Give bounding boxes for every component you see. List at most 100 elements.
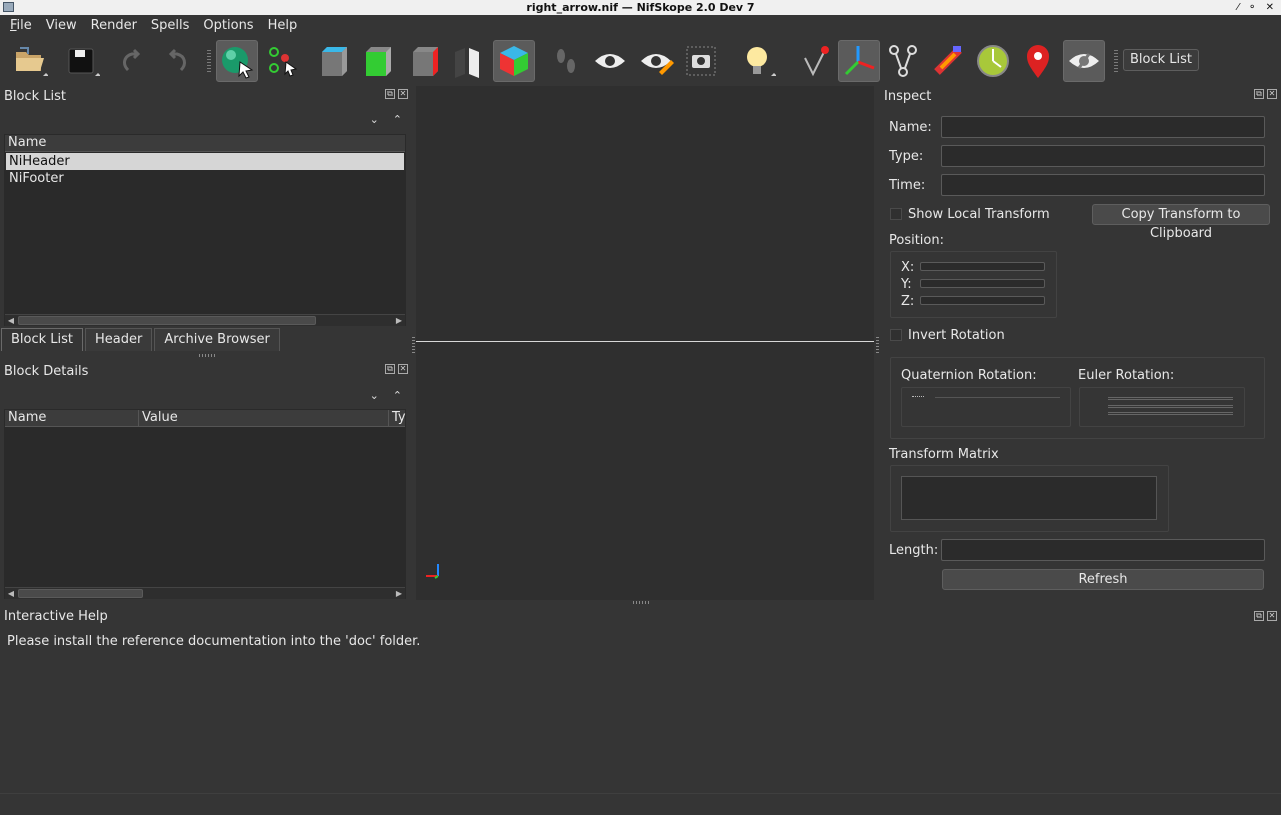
select-object-icon[interactable]: [216, 40, 258, 82]
column-name-header[interactable]: Name: [5, 410, 139, 426]
block-list-tabs: Block List Header Archive Browser: [1, 328, 280, 351]
show-furniture-icon[interactable]: [927, 40, 969, 82]
scroll-thumb[interactable]: [18, 589, 143, 598]
show-markers-icon[interactable]: [972, 40, 1014, 82]
menu-view[interactable]: View: [39, 15, 84, 36]
show-axes-icon[interactable]: [838, 40, 880, 82]
walk-mode-icon[interactable]: [545, 40, 587, 82]
block-details-title: Block Details: [4, 364, 89, 379]
block-list-hscroll[interactable]: ◀ ▶: [5, 314, 405, 326]
type-field[interactable]: [941, 145, 1265, 167]
render-viewport[interactable]: [416, 86, 874, 600]
menu-file[interactable]: File: [3, 15, 39, 36]
transform-matrix-view[interactable]: [901, 476, 1157, 520]
view-perspective-icon[interactable]: [493, 40, 535, 82]
tab-block-list[interactable]: Block List: [1, 328, 84, 351]
screenshot-icon[interactable]: [680, 40, 722, 82]
collapse-all-icon[interactable]: ⌄: [370, 113, 379, 126]
position-y-spinbox[interactable]: [920, 279, 1045, 288]
name-field[interactable]: [941, 116, 1265, 138]
float-icon[interactable]: ⧉: [1254, 611, 1264, 621]
column-type-header[interactable]: Ty: [389, 410, 406, 426]
expand-all-icon[interactable]: ⌃: [393, 113, 402, 126]
time-field[interactable]: [941, 174, 1265, 196]
inspect-dock-buttons: ⧉ ✕: [1254, 89, 1277, 99]
block-list-toggle-button[interactable]: Block List: [1123, 49, 1200, 71]
dock-splitter[interactable]: [199, 354, 215, 357]
scroll-left-icon[interactable]: ◀: [5, 588, 17, 599]
view-side-icon[interactable]: [403, 40, 445, 82]
redo-icon[interactable]: [155, 40, 197, 82]
block-details-tree[interactable]: Name Value Ty: [4, 409, 406, 599]
window-controls[interactable]: ⁄ ⚬ ✕: [1237, 0, 1277, 15]
position-z-spinbox[interactable]: [920, 296, 1045, 305]
quaternion-rotation-box[interactable]: [901, 387, 1071, 427]
view-front-icon[interactable]: [312, 40, 354, 82]
float-icon[interactable]: ⧉: [1254, 89, 1264, 99]
tab-archive-browser[interactable]: Archive Browser: [154, 328, 280, 351]
show-local-transform-label: Show Local Transform: [908, 207, 1050, 222]
toolbar-grip-2[interactable]: [1114, 50, 1118, 72]
left-splitter[interactable]: [412, 337, 415, 353]
block-list-tree[interactable]: Name NiHeader NiFooter: [4, 134, 406, 326]
axis-gizmo-icon: [426, 564, 439, 579]
column-name-header[interactable]: Name: [5, 135, 405, 151]
scroll-right-icon[interactable]: ▶: [393, 315, 405, 326]
euler-rotation-box[interactable]: [1079, 387, 1245, 427]
view-flip-icon[interactable]: [447, 40, 489, 82]
expand-all-icon[interactable]: ⌃: [393, 389, 402, 402]
save-file-icon[interactable]: [60, 40, 102, 82]
length-label: Length:: [889, 543, 939, 558]
length-field[interactable]: [941, 539, 1265, 561]
toolbar-grip[interactable]: [207, 50, 211, 72]
show-constraints-icon[interactable]: [882, 40, 924, 82]
undo-icon[interactable]: [112, 40, 154, 82]
position-x-spinbox[interactable]: [920, 262, 1045, 271]
show-hidden-icon[interactable]: [589, 40, 631, 82]
menu-spells[interactable]: Spells: [144, 15, 197, 36]
close-icon[interactable]: ✕: [398, 89, 408, 99]
block-details-hscroll[interactable]: ◀ ▶: [5, 587, 405, 599]
block-list-title: Block List: [4, 89, 67, 104]
close-icon[interactable]: ✕: [398, 364, 408, 374]
float-icon[interactable]: ⧉: [385, 364, 395, 374]
copy-transform-button[interactable]: Copy Transform to Clipboard: [1092, 204, 1270, 241]
column-value-header[interactable]: Value: [139, 410, 389, 426]
interactive-help-title: Interactive Help: [4, 609, 108, 624]
show-hidden-toggle-icon[interactable]: [1063, 40, 1105, 82]
close-icon[interactable]: ✕: [1267, 89, 1277, 99]
app-icon: [3, 2, 14, 12]
scroll-right-icon[interactable]: ▶: [393, 588, 405, 599]
window-title: right_arrow.nif — NifSkope 2.0 Dev 7: [526, 1, 755, 14]
open-file-icon[interactable]: [8, 40, 50, 82]
name-label: Name:: [889, 120, 932, 135]
position-label: Position:: [889, 233, 944, 248]
tab-header[interactable]: Header: [85, 328, 153, 351]
show-collision-icon[interactable]: [1017, 40, 1059, 82]
show-nodes-icon[interactable]: [795, 40, 837, 82]
block-row-niheader[interactable]: NiHeader: [6, 153, 404, 170]
block-row-nifooter[interactable]: NiFooter: [6, 170, 404, 187]
inspect-title: Inspect: [884, 89, 932, 104]
position-z-label: Z:: [901, 294, 915, 309]
position-x-label: X:: [901, 260, 915, 275]
menu-options[interactable]: Options: [196, 15, 260, 36]
scroll-left-icon[interactable]: ◀: [5, 315, 17, 326]
view-top-icon[interactable]: [356, 40, 398, 82]
show-local-transform-checkbox[interactable]: [890, 208, 902, 220]
refresh-button[interactable]: Refresh: [942, 569, 1264, 590]
float-icon[interactable]: ⧉: [385, 89, 395, 99]
help-dock-buttons: ⧉ ✕: [1254, 611, 1277, 621]
close-icon[interactable]: ✕: [1267, 611, 1277, 621]
viewport-splitter[interactable]: [633, 601, 649, 604]
menu-help[interactable]: Help: [261, 15, 305, 36]
block-list-dock-buttons: ⧉ ✕: [385, 89, 408, 99]
collapse-all-icon[interactable]: ⌄: [370, 389, 379, 402]
select-vertex-icon[interactable]: [262, 40, 304, 82]
scroll-thumb[interactable]: [18, 316, 316, 325]
inspect-splitter[interactable]: [876, 337, 879, 353]
lighting-icon[interactable]: [736, 40, 778, 82]
menu-render[interactable]: Render: [84, 15, 144, 36]
edit-visibility-icon[interactable]: [635, 40, 677, 82]
invert-rotation-checkbox[interactable]: [890, 329, 902, 341]
